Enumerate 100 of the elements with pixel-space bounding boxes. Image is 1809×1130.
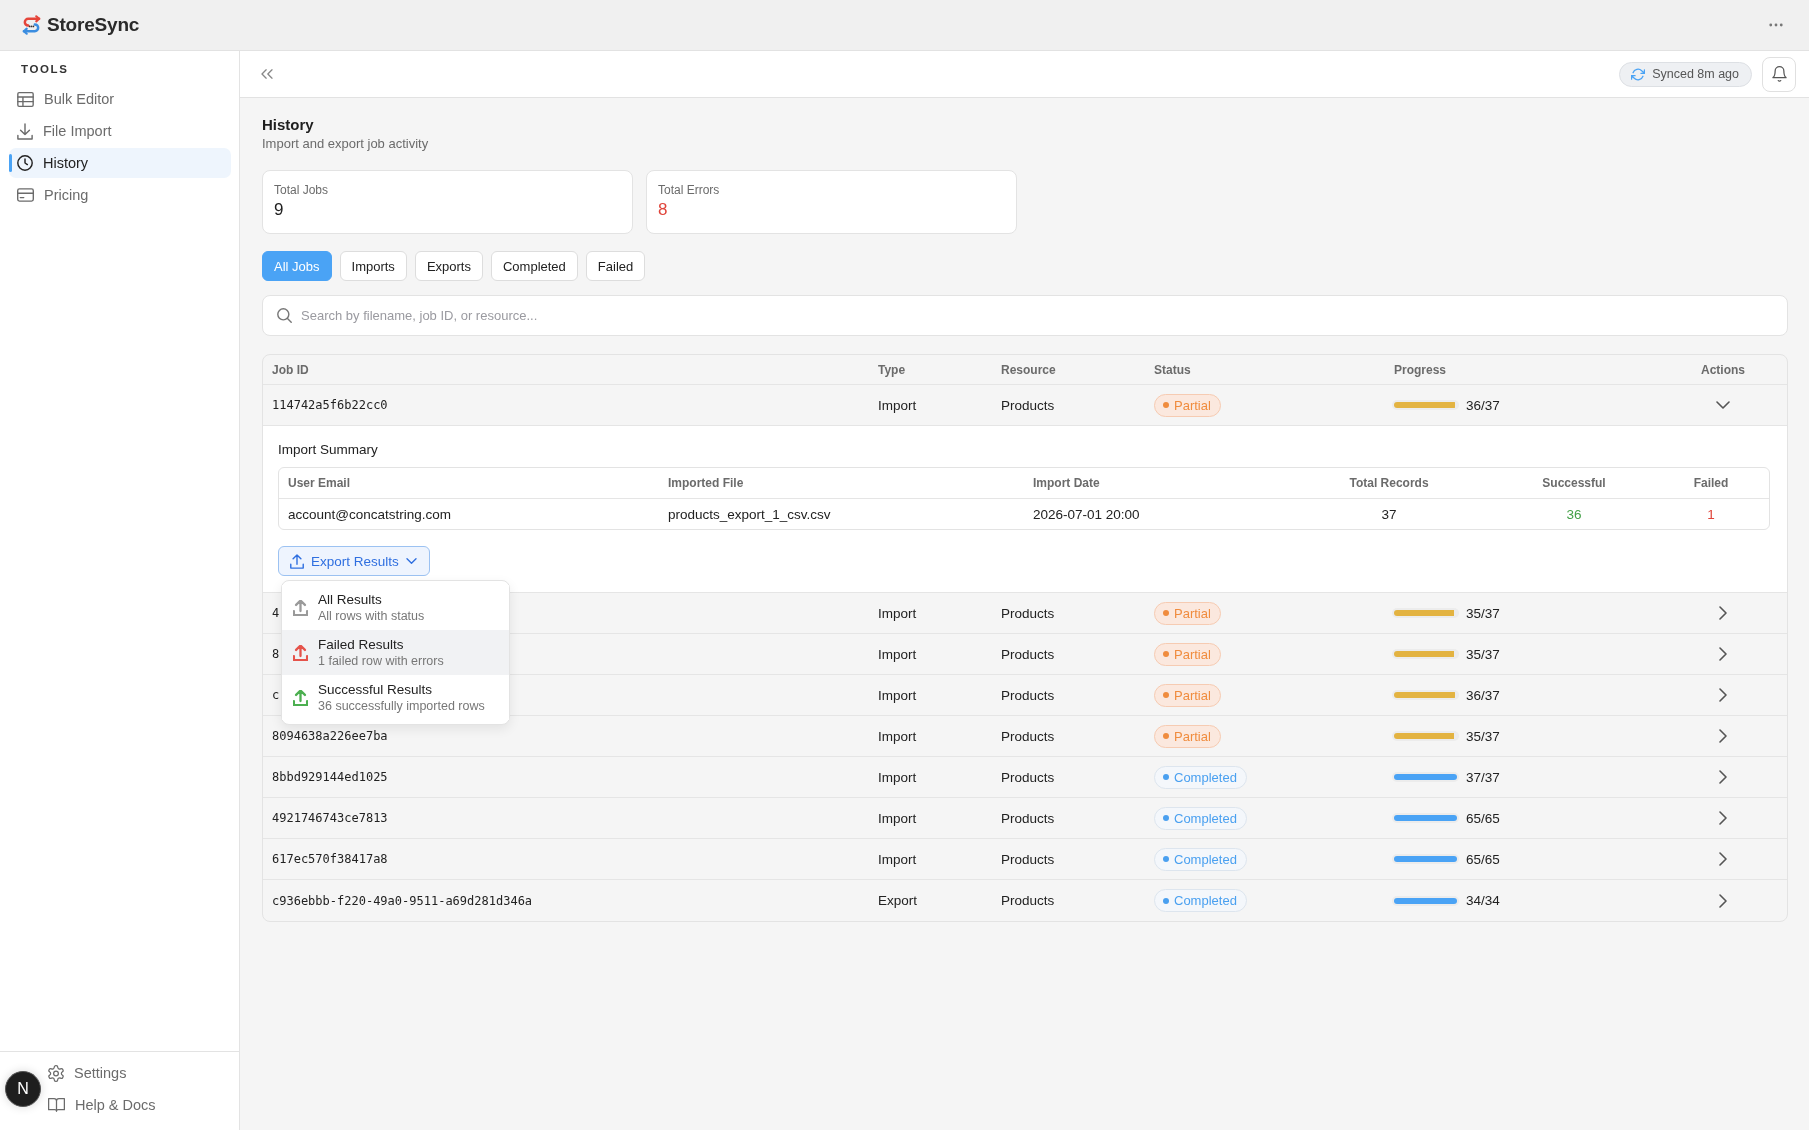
- chevron-right-icon[interactable]: [1719, 729, 1727, 743]
- search-input[interactable]: Search by filename, job ID, or resource...: [301, 305, 1775, 326]
- job-id: 8: [272, 647, 280, 661]
- page-subtitle: Import and export job activity: [262, 135, 429, 153]
- column-header: Job ID: [272, 362, 309, 377]
- status-badge: Partial: [1154, 683, 1221, 707]
- status-dot-icon: [1163, 897, 1169, 904]
- job-type: Import: [878, 646, 917, 662]
- status-dot-icon: [1163, 692, 1169, 698]
- summary-title: Import Summary: [278, 441, 378, 459]
- chevron-right-icon[interactable]: [1719, 688, 1727, 702]
- resource-name: Products: [1001, 605, 1055, 621]
- chevron-down-icon[interactable]: [1716, 401, 1730, 409]
- sidebar-item[interactable]: Settings: [48, 1058, 228, 1088]
- progress-reading: 65/65: [1466, 810, 1500, 826]
- chevron-right-icon[interactable]: [1719, 893, 1727, 908]
- stat-value: 9: [274, 199, 284, 221]
- search-icon: [277, 308, 292, 323]
- total-records: 37: [1381, 506, 1397, 522]
- more-icon[interactable]: [1769, 23, 1783, 27]
- sidebar-item[interactable]: File Import: [9, 116, 231, 146]
- stat-value: 8: [658, 199, 668, 221]
- status-badge: Completed: [1154, 765, 1247, 789]
- job-type: Import: [878, 397, 917, 413]
- job-type: Export: [878, 893, 918, 908]
- menu-item[interactable]: Successful Results 36 successfully imported rows: [282, 675, 509, 720]
- logo-icon: [21, 15, 42, 35]
- gear-icon: [48, 1064, 64, 1082]
- sync-status-button[interactable]: Synced 8m ago: [1619, 61, 1752, 87]
- progress-reading: 35/37: [1466, 605, 1500, 621]
- resource-name: Products: [1001, 893, 1055, 908]
- filter-tab[interactable]: Exports: [414, 251, 483, 281]
- job-id: 114742a5f6b22cc0: [272, 398, 388, 412]
- progress-reading: 65/65: [1466, 851, 1500, 867]
- status-badge: Partial: [1154, 724, 1221, 748]
- status-badge: Partial: [1154, 642, 1221, 666]
- sidebar-item[interactable]: Bulk Editor: [9, 84, 231, 114]
- chevron-right-icon[interactable]: [1719, 852, 1727, 866]
- resource-name: Products: [1001, 687, 1055, 703]
- column-header: Actions: [1701, 362, 1745, 377]
- progress-reading: 35/37: [1466, 728, 1500, 744]
- double-chevron-left-icon[interactable]: [261, 69, 273, 79]
- job-type: Import: [878, 728, 917, 744]
- resource-name: Products: [1001, 769, 1055, 785]
- bell-icon: [1771, 66, 1787, 82]
- upload-icon: [290, 553, 304, 569]
- column-header: User Email: [288, 476, 351, 490]
- progress-reading: 37/37: [1466, 769, 1500, 785]
- job-type: Import: [878, 687, 917, 703]
- column-header: Total Records: [1349, 476, 1429, 490]
- job-type: Import: [878, 769, 917, 785]
- column-header: Successful: [1542, 476, 1606, 490]
- job-id: 8094638a226ee7ba: [272, 729, 388, 743]
- chevron-right-icon[interactable]: [1719, 811, 1727, 825]
- resource-name: Products: [1001, 728, 1055, 744]
- progress-reading: 36/37: [1466, 397, 1500, 413]
- column-header: Failed: [1693, 476, 1729, 490]
- status-badge: Completed: [1154, 806, 1247, 830]
- job-id: c: [272, 688, 280, 702]
- status-dot-icon: [1163, 815, 1169, 821]
- job-id: 617ec570f38417a8: [272, 852, 388, 866]
- successful-count: 36: [1566, 506, 1582, 522]
- status-dot-icon: [1163, 774, 1169, 780]
- status-badge: Partial: [1154, 601, 1221, 625]
- filter-tab[interactable]: Failed: [585, 251, 646, 281]
- app-name: StoreSync: [47, 14, 140, 36]
- resource-name: Products: [1001, 397, 1055, 413]
- column-header: Import Date: [1033, 476, 1100, 490]
- user-email: account@concatstring.com: [288, 506, 452, 522]
- stat-label: Total Jobs: [274, 182, 329, 198]
- column-header: Type: [878, 362, 906, 377]
- column-header: Imported File: [668, 476, 744, 490]
- refresh-icon: [1631, 67, 1646, 81]
- page-title: History: [262, 115, 314, 135]
- column-header: Status: [1154, 362, 1191, 377]
- menu-item[interactable]: All Results All rows with status: [282, 585, 509, 630]
- chevron-right-icon[interactable]: [1719, 606, 1727, 620]
- search-field[interactable]: Search by filename, job ID, or resource...: [262, 295, 1788, 336]
- sidebar-item[interactable]: History: [9, 148, 231, 178]
- chevron-right-icon[interactable]: [1719, 770, 1727, 784]
- section-label: TOOLS: [21, 62, 69, 77]
- stat-label: Total Errors: [658, 182, 720, 198]
- progress-reading: 36/37: [1466, 687, 1500, 703]
- progress-reading: 34/34: [1466, 893, 1500, 908]
- notifications-button[interactable]: [1762, 56, 1796, 92]
- chevron-right-icon[interactable]: [1719, 647, 1727, 661]
- filter-tab[interactable]: Imports: [339, 251, 407, 281]
- credit-card-icon: [17, 188, 34, 202]
- status-dot-icon: [1163, 651, 1169, 657]
- job-type: Import: [878, 851, 917, 867]
- sidebar-item[interactable]: Pricing: [9, 180, 231, 210]
- menu-item[interactable]: Failed Results 1 failed row with errors: [282, 630, 509, 675]
- status-dot-icon: [1163, 733, 1169, 739]
- sidebar-item[interactable]: Help & Docs: [48, 1090, 228, 1120]
- status-dot-icon: [1163, 610, 1169, 616]
- job-id: c936ebbb-f220-49a0-9511-a69d281d346a: [272, 893, 533, 908]
- export-results-button[interactable]: Export Results: [278, 546, 430, 576]
- job-id: 4921746743ce7813: [272, 811, 388, 825]
- filter-tab[interactable]: Completed: [490, 251, 578, 281]
- download-icon: [17, 122, 33, 140]
